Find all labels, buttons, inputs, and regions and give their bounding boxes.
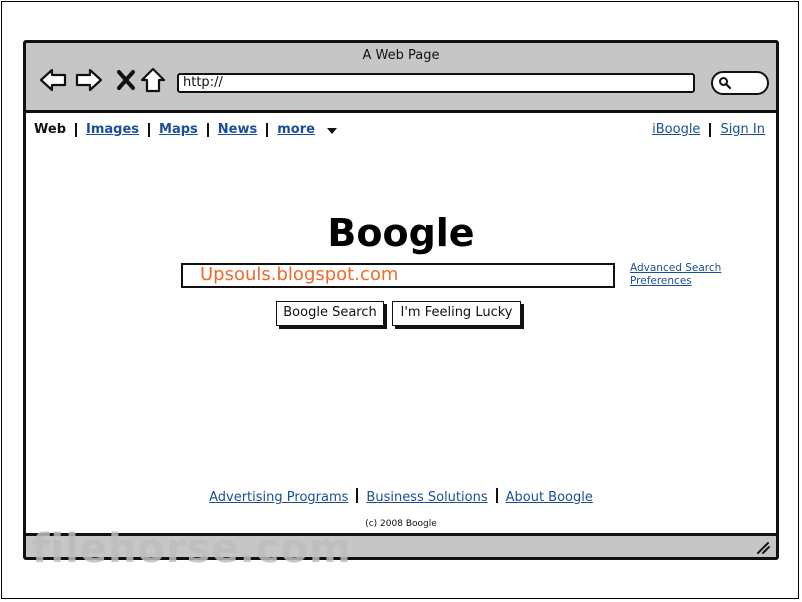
search-input[interactable]: Upsouls.blogspot.com [181, 263, 615, 288]
boogle-logo: Boogle [327, 211, 475, 255]
divider [148, 122, 151, 137]
sign-in-link[interactable]: Sign In [720, 122, 765, 137]
advertising-programs-link[interactable]: Advertising Programs [209, 490, 348, 505]
browser-search-box[interactable] [711, 71, 769, 95]
window-title: A Web Page [362, 48, 440, 63]
divider [75, 122, 77, 137]
browser-toolbar: A Web Page http:// [26, 43, 776, 113]
forward-arrow-icon[interactable] [74, 65, 104, 95]
nav-images-link[interactable]: Images [86, 122, 139, 137]
account-nav: iBoogle Sign In [652, 122, 765, 137]
preferences-link[interactable]: Preferences [630, 275, 721, 288]
about-boogle-link[interactable]: About Boogle [506, 490, 593, 505]
search-options: Advanced Search Preferences [630, 262, 721, 288]
top-nav: Web Images Maps News more [34, 122, 337, 137]
nav-web: Web [34, 122, 66, 137]
nav-maps-link[interactable]: Maps [159, 122, 198, 137]
resize-grip-icon[interactable] [755, 540, 771, 554]
divider [709, 122, 712, 137]
nav-news-link[interactable]: News [218, 122, 257, 137]
browser-window: A Web Page http:// Web Images Maps News [23, 40, 779, 560]
divider [206, 122, 209, 137]
home-icon[interactable] [138, 65, 168, 95]
footer-links: Advertising Programs Business Solutions Ab… [26, 488, 776, 505]
feeling-lucky-button[interactable]: I'm Feeling Lucky [392, 301, 521, 326]
advanced-search-link[interactable]: Advanced Search [630, 262, 721, 275]
dropdown-caret-icon[interactable] [326, 128, 337, 134]
divider [495, 488, 498, 503]
business-solutions-link[interactable]: Business Solutions [366, 490, 487, 505]
divider [356, 488, 359, 503]
divider [266, 122, 269, 137]
magnifier-icon [719, 77, 732, 90]
boogle-search-button[interactable]: Boogle Search [276, 301, 384, 326]
back-arrow-icon[interactable] [38, 65, 68, 95]
watermark-logo: filehorse.com [32, 526, 352, 572]
iboogle-link[interactable]: iBoogle [652, 122, 700, 137]
address-bar[interactable]: http:// [177, 73, 695, 93]
nav-more-link[interactable]: more [277, 122, 315, 137]
